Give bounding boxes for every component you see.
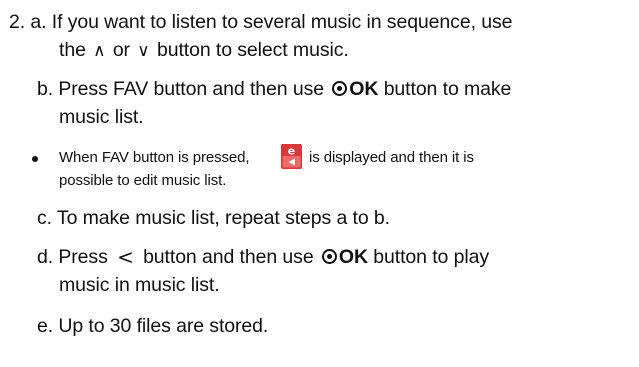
up-arrow-icon: ∧	[93, 41, 106, 61]
step-a-line-1: 2. a. If you want to listen to several m…	[9, 10, 512, 34]
down-arrow-icon: ∨	[137, 41, 150, 61]
step-e-text: e. Up to 30 files are stored.	[37, 315, 269, 337]
step-d-text-2: music in music list.	[59, 274, 220, 296]
edit-list-icon-letter: e	[288, 145, 295, 158]
step-d-line-2: music in music list.	[59, 273, 220, 297]
ok-button-icon	[332, 81, 348, 96]
step-e-line: e. Up to 30 files are stored.	[37, 314, 268, 338]
note-line-1: When FAV button is pressed,	[59, 148, 250, 168]
note-line-1-post: is displayed and then it is	[309, 148, 474, 168]
step-b-text-pre: b. Press FAV button and then use	[37, 78, 324, 100]
step-b-line-2: music list.	[59, 105, 144, 129]
step-c-text: c. To make music list, repeat steps a to…	[37, 207, 390, 229]
ok-label: OK	[338, 246, 368, 268]
step-a-text-post: button to select music.	[156, 39, 349, 61]
note-text-2: possible to edit music list.	[59, 172, 227, 189]
note-text-pre: When FAV button is pressed,	[59, 149, 250, 166]
ok-button-icon	[321, 249, 337, 264]
note-text-post: is displayed and then it is	[309, 149, 474, 166]
step-a-line-2: the ∧ or ∨ button to select music.	[59, 38, 349, 63]
step-d-text-post: button to play	[373, 246, 489, 268]
step-b-text-post: button to make	[383, 78, 512, 100]
edit-list-icon: e	[281, 144, 302, 169]
left-arrow-icon: <	[117, 245, 134, 269]
note-line-2: possible to edit music list.	[59, 171, 226, 191]
step-d-text-mid: button and then use	[143, 246, 314, 268]
step-a-text-pre: the	[59, 39, 86, 61]
step-d-text-pre: d. Press	[37, 246, 108, 268]
step-a-or: or	[112, 39, 130, 61]
step-a-text: 2. a. If you want to listen to several m…	[9, 11, 513, 33]
step-b-text-2: music list.	[59, 106, 144, 128]
bullet-icon	[32, 156, 38, 162]
step-d-line-1: d. Press < button and then use OK button…	[37, 245, 489, 269]
ok-label: OK	[349, 78, 379, 100]
step-b-line-1: b. Press FAV button and then use OK butt…	[37, 77, 511, 101]
step-c-line: c. To make music list, repeat steps a to…	[37, 206, 390, 230]
